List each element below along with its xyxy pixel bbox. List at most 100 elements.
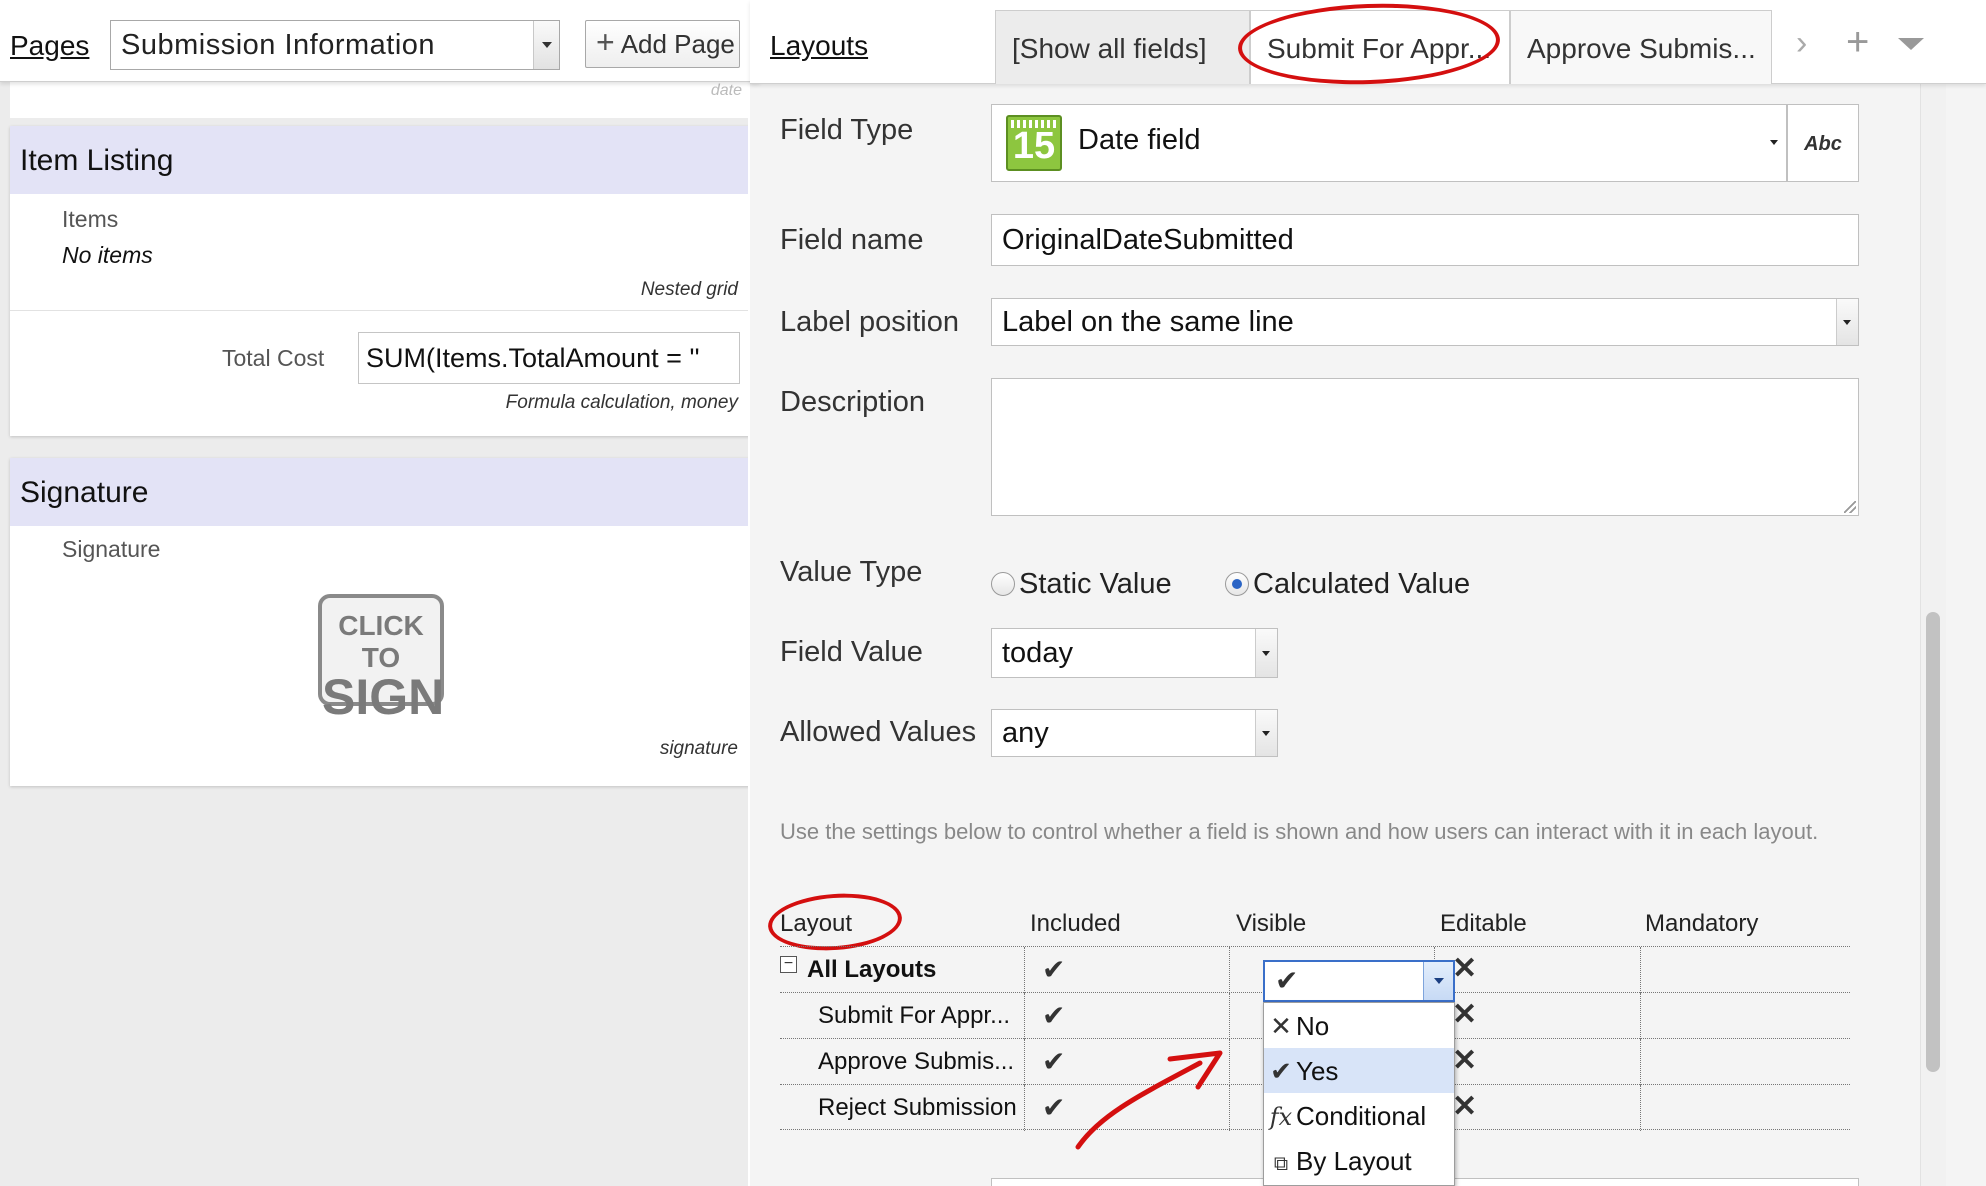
label-position-value: Label on the same line xyxy=(1002,306,1294,338)
scrollbar-thumb[interactable] xyxy=(1926,612,1940,1072)
annotation-circle-layout xyxy=(766,889,904,955)
field-value-label: Field Value xyxy=(780,636,923,668)
chevron-down-icon[interactable] xyxy=(1255,629,1277,677)
chevron-down-icon[interactable] xyxy=(1898,38,1924,50)
item-listing-title: Item Listing xyxy=(10,126,762,194)
items-hint: Nested grid xyxy=(640,279,738,300)
chevron-right-icon[interactable]: › xyxy=(1796,24,1807,63)
cross-icon[interactable]: ✕ xyxy=(1452,997,1477,1032)
collapse-toggle-icon[interactable]: − xyxy=(780,956,797,973)
grid-header-editable: Editable xyxy=(1440,910,1527,937)
click-to-sign-button[interactable]: CLICK TO SIGN xyxy=(318,594,444,722)
chevron-down-icon[interactable] xyxy=(1255,710,1277,756)
divider xyxy=(10,310,762,311)
cross-icon[interactable]: ✕ xyxy=(1452,1043,1477,1078)
annotation-arrow xyxy=(1075,1050,1223,1150)
check-icon: ✔ xyxy=(1275,965,1299,996)
field-type-select[interactable]: 15 Date field xyxy=(991,104,1787,182)
check-icon[interactable]: ✔ xyxy=(1042,1091,1065,1124)
pages-toolbar: Pages Submission Information + Add Page xyxy=(0,0,760,82)
layout-help-text: Use the settings below to control whethe… xyxy=(780,819,1819,844)
grid-cell xyxy=(1024,947,1025,993)
item-listing-section: Item Listing Items No items Nested grid … xyxy=(10,126,762,436)
signature-title: Signature xyxy=(10,458,762,526)
allowed-values-value: any xyxy=(1002,717,1049,749)
field-value-value: today xyxy=(1002,637,1073,669)
total-cost-field[interactable]: SUM(Items.TotalAmount = '' xyxy=(358,332,740,384)
field-type-label: Field Type xyxy=(780,114,914,146)
items-value: No items xyxy=(62,242,153,268)
sign-button-line1: CLICK TO xyxy=(338,610,424,673)
label-position-label: Label position xyxy=(780,306,959,338)
check-icon[interactable]: ✔ xyxy=(1042,1045,1065,1078)
row-name: Submit For Appr... xyxy=(818,1002,1011,1029)
menu-item-no[interactable]: ✕ No xyxy=(1264,1003,1454,1048)
menu-item-yes[interactable]: ✔ Yes xyxy=(1264,1048,1454,1093)
description-textarea[interactable] xyxy=(991,378,1859,516)
field-name-label: Field name xyxy=(780,224,924,256)
layouts-toolbar: Layouts [Show all fields] Submit For App… xyxy=(750,0,1986,89)
grid-cell xyxy=(1640,1039,1641,1085)
previous-field-card: date xyxy=(10,82,762,118)
check-icon[interactable]: ✔ xyxy=(1042,999,1065,1032)
calculated-value-label: Calculated Value xyxy=(1253,568,1471,600)
menu-item-conditional[interactable]: fx Conditional xyxy=(1264,1093,1454,1138)
chevron-down-icon[interactable] xyxy=(533,21,559,69)
grid-cell xyxy=(1024,1039,1025,1085)
plus-icon: + xyxy=(596,24,615,60)
row-name: All Layouts xyxy=(807,956,937,983)
grid-cell xyxy=(1229,947,1230,993)
signature-label: Signature xyxy=(62,536,161,562)
total-cost-label: Total Cost xyxy=(222,345,325,371)
row-name: Approve Submis... xyxy=(818,1048,1015,1075)
layouts-link[interactable]: Layouts xyxy=(770,30,868,62)
grid-cell xyxy=(1640,947,1641,993)
signature-hint: signature xyxy=(659,738,738,759)
chevron-down-icon[interactable] xyxy=(1764,105,1786,181)
tab-approve-submission[interactable]: Approve Submis... xyxy=(1510,10,1772,84)
add-page-button[interactable]: + Add Page xyxy=(585,20,740,68)
static-value-label: Static Value xyxy=(1019,568,1172,600)
allowed-values-select[interactable]: any xyxy=(991,709,1278,757)
grid-cell xyxy=(1024,1085,1025,1131)
grid-header-included: Included xyxy=(1030,910,1121,937)
menu-item-by-layout[interactable]: ⧉ By Layout xyxy=(1264,1138,1454,1183)
page-select[interactable]: Submission Information xyxy=(110,20,560,70)
value-type-label: Value Type xyxy=(780,556,923,588)
cross-icon[interactable]: ✕ xyxy=(1452,1089,1477,1124)
grid-cell xyxy=(1640,993,1641,1039)
formula-fx-icon: fx xyxy=(1269,1103,1293,1131)
field-name-input[interactable]: OriginalDateSubmitted xyxy=(991,214,1859,266)
tab-show-all-fields[interactable]: [Show all fields] xyxy=(995,10,1250,84)
add-layout-icon[interactable]: + xyxy=(1846,20,1869,65)
allowed-values-label: Allowed Values xyxy=(780,716,977,748)
menu-item-label: No xyxy=(1296,1011,1330,1041)
grid-cell xyxy=(1024,993,1025,1039)
check-icon[interactable]: ✔ xyxy=(1042,953,1065,986)
label-position-select[interactable]: Label on the same line xyxy=(991,298,1859,346)
visible-dropdown-menu: ✕ No ✔ Yes fx Conditional ⧉ By Layout xyxy=(1263,1002,1455,1186)
page-select-value: Submission Information xyxy=(121,29,436,61)
sign-button-line2: SIGN xyxy=(322,669,445,725)
chevron-down-icon[interactable] xyxy=(1836,299,1858,345)
abc-format-button[interactable]: Abc xyxy=(1787,104,1859,182)
menu-item-label: Conditional xyxy=(1296,1101,1427,1131)
row-name: Reject Submission xyxy=(818,1094,1017,1121)
chevron-down-icon[interactable] xyxy=(1423,962,1453,1000)
calculated-value-radio[interactable]: Calculated Value xyxy=(1225,568,1470,601)
field-properties-panel: Field Type 15 Date field Abc Field name … xyxy=(750,0,1986,1186)
copy-layout-icon: ⧉ xyxy=(1273,1153,1289,1175)
signature-section: Signature Signature CLICK TO SIGN signat… xyxy=(10,458,762,786)
grid-header-mandatory: Mandatory xyxy=(1645,910,1759,937)
pages-link[interactable]: Pages xyxy=(10,30,89,62)
cross-icon[interactable]: ✕ xyxy=(1452,951,1477,986)
field-value-select[interactable]: today xyxy=(991,628,1278,678)
menu-item-label: By Layout xyxy=(1296,1146,1412,1176)
description-label: Description xyxy=(780,386,926,418)
check-icon: ✔ xyxy=(1270,1056,1292,1086)
calendar-icon: 15 xyxy=(1006,115,1062,171)
add-page-label: Add Page xyxy=(620,29,735,59)
radio-off-icon xyxy=(991,572,1015,596)
visible-select[interactable]: ✔ xyxy=(1263,960,1455,1002)
static-value-radio[interactable]: Static Value xyxy=(991,568,1172,601)
